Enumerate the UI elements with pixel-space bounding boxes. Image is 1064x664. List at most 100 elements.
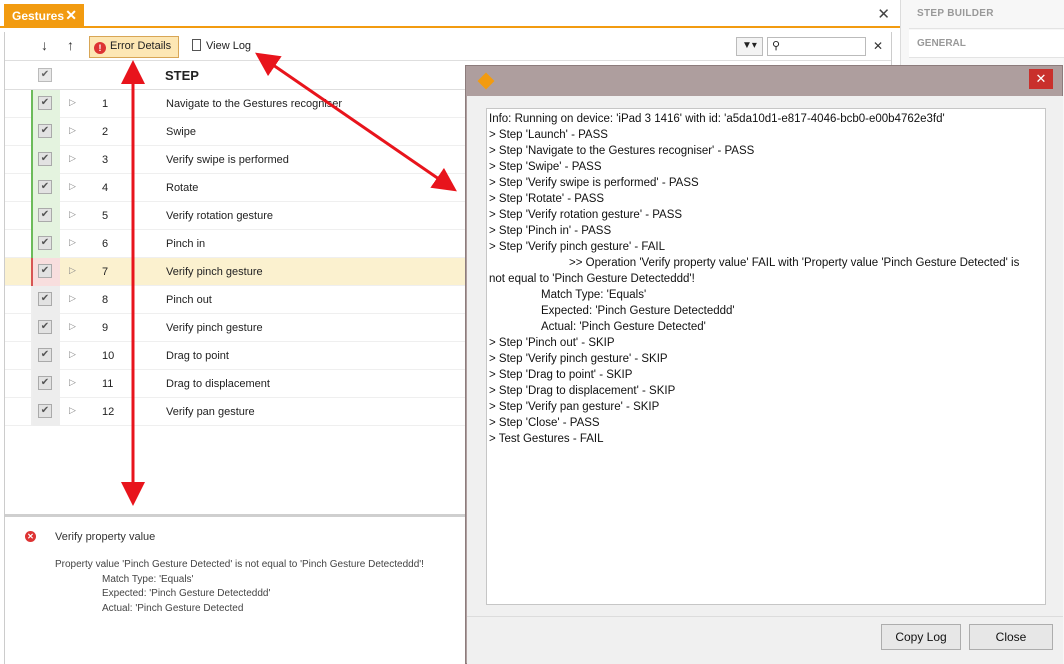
filter-dropdown-icon[interactable]: ▼▾ — [736, 37, 763, 56]
step-checkbox[interactable]: ✔ — [38, 124, 52, 138]
expand-icon[interactable]: ▷ — [69, 265, 76, 276]
step-checkbox[interactable]: ✔ — [38, 376, 52, 390]
dialog-title-bar[interactable]: ✕ — [466, 66, 1062, 96]
step-name: Verify swipe is performed — [166, 154, 289, 166]
expand-icon[interactable]: ▷ — [69, 405, 76, 416]
expand-icon[interactable]: ▷ — [69, 97, 76, 108]
error-message-line: Property value 'Pinch Gesture Detected' … — [55, 559, 424, 570]
step-column-header[interactable]: STEP — [165, 68, 199, 83]
step-number: 7 — [102, 266, 109, 278]
log-line: > Step 'Pinch in' - PASS — [489, 225, 612, 237]
clear-search-icon[interactable]: ✕ — [873, 39, 883, 53]
step-checkbox[interactable]: ✔ — [38, 152, 52, 166]
step-name: Drag to point — [166, 350, 229, 362]
step-checkbox[interactable]: ✔ — [38, 264, 52, 278]
expand-icon[interactable]: ▷ — [69, 349, 76, 360]
search-input[interactable]: ⚲ — [767, 37, 866, 56]
log-line: > Step 'Launch' - PASS — [489, 129, 608, 141]
error-title: Verify property value — [55, 531, 156, 543]
general-section-header[interactable]: GENERAL — [909, 30, 1064, 58]
step-number: 3 — [102, 154, 109, 166]
log-line: > Step 'Verify pinch gesture' - FAIL — [489, 241, 666, 253]
dialog-close-icon[interactable]: ✕ — [1029, 69, 1053, 89]
step-number: 8 — [102, 294, 109, 306]
log-line: Info: Running on device: 'iPad 3 1416' w… — [489, 113, 945, 125]
tab-gestures[interactable]: Gestures ✕ — [4, 4, 84, 28]
expand-icon[interactable]: ▷ — [69, 153, 76, 164]
step-number: 11 — [102, 378, 114, 390]
step-name: Verify pinch gesture — [166, 266, 263, 278]
log-line: > Step 'Rotate' - PASS — [489, 193, 605, 205]
log-line: > Step 'Swipe' - PASS — [489, 161, 602, 173]
step-number: 5 — [102, 210, 109, 222]
log-line: Match Type: 'Equals' — [541, 289, 647, 301]
view-log-label: View Log — [206, 40, 252, 52]
step-number: 1 — [102, 98, 109, 110]
error-expected: Expected: 'Pinch Gesture Detecteddd' — [102, 588, 271, 599]
log-line: > Step 'Verify swipe is performed' - PAS… — [489, 177, 699, 189]
expand-icon[interactable]: ▷ — [69, 321, 76, 332]
close-button[interactable]: Close — [969, 624, 1053, 650]
log-line: > Step 'Drag to point' - SKIP — [489, 369, 633, 381]
step-number: 2 — [102, 126, 109, 138]
step-checkbox[interactable]: ✔ — [38, 236, 52, 250]
toolbar: ↓ ↑ ! Error Details View Log ▼▾ ⚲ ✕ — [5, 32, 891, 61]
step-builder-title: STEP BUILDER — [917, 8, 994, 19]
step-name: Verify pinch gesture — [166, 322, 263, 334]
log-line: > Step 'Drag to displacement' - SKIP — [489, 385, 676, 397]
step-checkbox[interactable]: ✔ — [38, 320, 52, 334]
view-log-button[interactable]: View Log — [189, 36, 255, 58]
step-name: Pinch out — [166, 294, 212, 306]
step-name: Navigate to the Gestures recogniser — [166, 98, 343, 110]
divider — [467, 616, 1063, 617]
step-name: Drag to displacement — [166, 378, 270, 390]
step-checkbox[interactable]: ✔ — [38, 96, 52, 110]
error-message: Property value 'Pinch Gesture Detected' … — [55, 558, 424, 616]
step-checkbox[interactable]: ✔ — [38, 348, 52, 362]
log-line: > Test Gestures - FAIL — [489, 433, 604, 445]
expand-icon[interactable]: ▷ — [69, 209, 76, 220]
tab-gestures-label: Gestures — [12, 9, 65, 23]
dialog-body: Info: Running on device: 'iPad 3 1416' w… — [467, 96, 1063, 664]
document-tab-strip: Gestures ✕ ✕ — [0, 0, 900, 28]
error-actual: Actual: 'Pinch Gesture Detected — [102, 602, 244, 614]
error-match-type: Match Type: 'Equals' — [102, 573, 194, 585]
step-number: 9 — [102, 322, 109, 334]
app-logo-icon — [477, 72, 495, 90]
step-name: Swipe — [166, 126, 196, 138]
log-line: > Step 'Verify rotation gesture' - PASS — [489, 209, 683, 221]
tab-close-icon[interactable]: ✕ — [65, 7, 77, 24]
select-all-checkbox[interactable]: ✔ — [38, 68, 52, 82]
divider — [909, 28, 1064, 29]
step-checkbox[interactable]: ✔ — [38, 208, 52, 222]
error-details-label: Error Details — [110, 40, 172, 52]
step-name: Verify rotation gesture — [166, 210, 274, 222]
expand-icon[interactable]: ▷ — [69, 377, 76, 388]
copy-log-button[interactable]: Copy Log — [881, 624, 961, 650]
step-number: 12 — [102, 406, 115, 418]
move-down-icon[interactable]: ↓ — [41, 37, 48, 53]
expand-icon[interactable]: ▷ — [69, 293, 76, 304]
log-line: > Step 'Navigate to the Gestures recogni… — [489, 145, 755, 157]
expand-icon[interactable]: ▷ — [69, 125, 76, 136]
expand-icon[interactable]: ▷ — [69, 237, 76, 248]
log-dialog: ✕ Info: Running on device: 'iPad 3 1416'… — [465, 65, 1063, 664]
move-up-icon[interactable]: ↑ — [67, 37, 74, 53]
log-line: > Step 'Verify pan gesture' - SKIP — [489, 401, 660, 413]
log-line: > Step 'Close' - PASS — [489, 417, 600, 429]
error-details-button[interactable]: ! Error Details — [89, 36, 179, 58]
log-line: > Step 'Verify pinch gesture' - SKIP — [489, 353, 668, 365]
search-icon: ⚲ — [772, 40, 781, 52]
log-line: Expected: 'Pinch Gesture Detecteddd' — [541, 305, 735, 317]
editor-close-icon[interactable]: ✕ — [877, 5, 890, 23]
expand-icon[interactable]: ▷ — [69, 181, 76, 192]
step-checkbox[interactable]: ✔ — [38, 180, 52, 194]
step-checkbox[interactable]: ✔ — [38, 404, 52, 418]
step-checkbox[interactable]: ✔ — [38, 292, 52, 306]
log-line: Actual: 'Pinch Gesture Detected' — [541, 321, 706, 333]
document-icon — [192, 39, 201, 51]
step-name: Pinch in — [166, 238, 206, 250]
log-line: > Step 'Pinch out' - SKIP — [489, 337, 615, 349]
step-number: 10 — [102, 350, 115, 362]
log-textbox[interactable]: Info: Running on device: 'iPad 3 1416' w… — [486, 108, 1046, 605]
